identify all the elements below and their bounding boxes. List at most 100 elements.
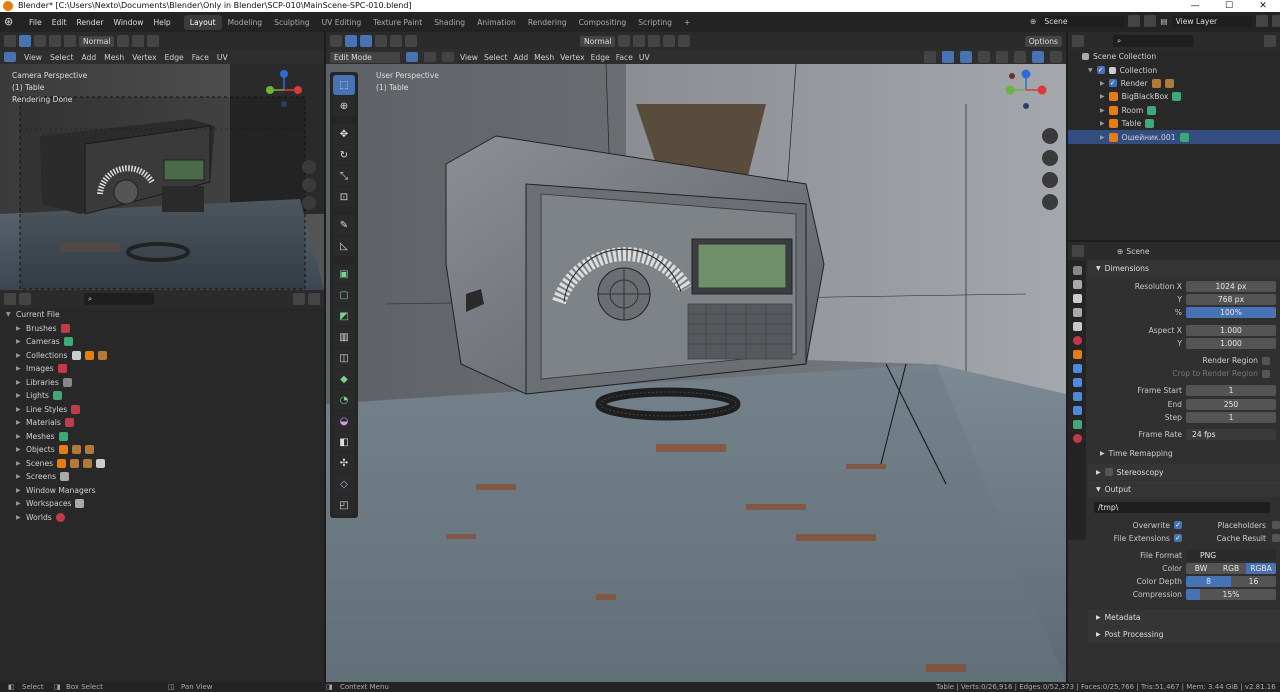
scene-collection-row[interactable]: Scene Collection [1068,50,1280,63]
crop-region-checkbox[interactable] [1262,369,1270,378]
face-select-icon[interactable] [64,35,76,47]
output-panel-header[interactable]: ▼ Output [1088,481,1280,498]
3d-view-canvas[interactable]: User Perspective (1) Table [326,64,1066,682]
rotate-tool[interactable]: ↻ [333,145,355,165]
list-item[interactable]: ▶ Collections [0,349,324,363]
current-file-row[interactable]: ▼ Current File [0,308,324,322]
material-shading-icon[interactable] [1032,51,1044,63]
scene-tab-icon[interactable] [1072,322,1082,331]
file-format-dropdown[interactable]: PNG [1186,549,1276,561]
stereoscopy-checkbox[interactable] [1104,468,1113,477]
tab-modeling[interactable]: Modeling [222,15,269,30]
menu-face-left[interactable]: Face [192,53,209,62]
particles-tab-icon[interactable] [1072,378,1082,387]
list-item[interactable]: ▶ Cameras [0,335,324,349]
transform-orientation[interactable]: Normal [79,35,115,47]
constraints-tab-icon[interactable] [1072,406,1082,415]
pan-hand-icon[interactable] [302,178,316,192]
menu-edit[interactable]: Edit [47,18,72,27]
tab-shading[interactable]: Shading [428,15,471,30]
menu-render[interactable]: Render [71,18,108,27]
tab-sculpting[interactable]: Sculpting [268,15,315,30]
new-scene-icon[interactable] [1128,15,1141,27]
tab-uv-editing[interactable]: UV Editing [316,15,368,30]
delete-view-layer-icon[interactable] [1271,15,1280,27]
transform-tool[interactable]: ⊡ [333,187,355,207]
edge-slide-tool[interactable]: ◧ [333,432,355,452]
measure-tool[interactable]: ◺ [333,236,355,256]
new-collection-icon[interactable] [308,293,320,305]
shear-tool[interactable]: ◇ [333,474,355,494]
visibility-icon[interactable] [924,51,936,63]
aspect-x-field[interactable]: 1.000 [1186,324,1276,336]
object-tab-icon[interactable] [1072,350,1082,359]
outliner-item-render[interactable]: ▶ ✓ Render [1068,77,1280,90]
face-select-icon[interactable] [390,35,402,47]
delete-scene-icon[interactable] [1144,15,1157,27]
menu-uv[interactable]: UV [639,53,650,62]
depth-16-button[interactable]: 16 [1231,576,1276,588]
collection-checkbox[interactable]: ✓ [1096,66,1105,75]
menu-file[interactable]: File [24,18,47,27]
rip-tool[interactable]: ◰ [333,495,355,515]
menu-vertex-left[interactable]: Vertex [132,53,156,62]
outliner-search-input[interactable]: ⌕ [84,293,154,305]
editor-type-icon[interactable] [1072,245,1084,257]
options-button[interactable]: Options [1024,35,1062,47]
camera-view-icon[interactable] [302,196,316,210]
collection-row[interactable]: ▼ ✓ Collection [1068,63,1280,76]
tab-scripting[interactable]: Scripting [632,15,678,30]
view-mode-icon[interactable] [4,52,16,62]
tab-animation[interactable]: Animation [471,15,522,30]
cursor-tool[interactable]: ⊕ [333,96,355,116]
display-mode-icon[interactable] [19,293,31,305]
close-button[interactable]: ✕ [1246,0,1280,12]
tool-tab-icon[interactable] [1072,266,1082,275]
snap-target-icon[interactable] [648,35,661,47]
render-tab-icon[interactable] [1072,280,1082,289]
render-checkbox[interactable]: ✓ [1108,79,1117,88]
snap-icon[interactable] [633,35,646,47]
pan-hand-icon[interactable] [1042,150,1058,166]
menu-view-left[interactable]: View [24,53,42,62]
editor-type-icon[interactable] [4,293,16,305]
main-viewport[interactable]: Normal Options Edit Mode View Select Add… [326,32,1066,682]
resolution-y-field[interactable]: 768 px [1186,294,1276,306]
pivot-icon[interactable] [618,35,631,47]
outliner-item-bigblackbox[interactable]: ▶ BigBlackBox [1068,90,1280,103]
transform-orientation[interactable]: Normal [580,35,616,47]
aspect-y-field[interactable]: 1.000 [1186,337,1276,349]
proportional-icon[interactable] [663,35,676,47]
menu-view[interactable]: View [460,53,478,62]
compression-slider[interactable]: 15% [1186,589,1276,601]
face-mode-icon[interactable] [442,52,454,62]
color-rgba-button[interactable]: RGBA [1246,563,1276,575]
output-path-input[interactable]: /tmp\ [1094,502,1270,514]
mesh-data-tab-icon[interactable] [1072,420,1082,429]
list-item[interactable]: ▶ Materials [0,416,324,430]
menu-window[interactable]: Window [108,18,148,27]
list-item[interactable]: ▶ Libraries [0,376,324,390]
menu-mesh[interactable]: Mesh [534,53,554,62]
list-item[interactable]: ▶ Window Managers [0,484,324,498]
rendered-shading-icon[interactable] [1050,51,1062,63]
resolution-percent-field[interactable]: 100% [1186,307,1276,319]
loop-cut-tool[interactable]: ▥ [333,327,355,347]
smooth-tool[interactable]: ◒ [333,411,355,431]
camera-viewport[interactable]: Normal View Select Add Mesh Vertex Edge … [0,32,324,290]
tab-texture-paint[interactable]: Texture Paint [367,15,428,30]
outliner-search-input[interactable]: ⌕ [1113,35,1193,47]
cache-result-checkbox[interactable] [1272,534,1280,543]
modifier-tab-icon[interactable] [1072,364,1082,373]
shrink-fatten-tool[interactable]: ✣ [333,453,355,473]
list-item[interactable]: ▶ Screens [0,470,324,484]
filter-icon[interactable] [293,293,305,305]
editor-type-icon[interactable] [330,35,342,47]
list-item[interactable]: ▶ Line Styles [0,403,324,417]
view-layer-selector[interactable]: View Layer [1171,15,1252,27]
edge-mode-icon[interactable] [424,52,436,62]
filter-icon[interactable] [1264,35,1276,47]
camera-render-view[interactable]: Camera Perspective (1) Table Rendering D… [0,64,324,290]
snap-icon[interactable] [132,35,145,47]
list-item[interactable]: ▶ Images [0,362,324,376]
